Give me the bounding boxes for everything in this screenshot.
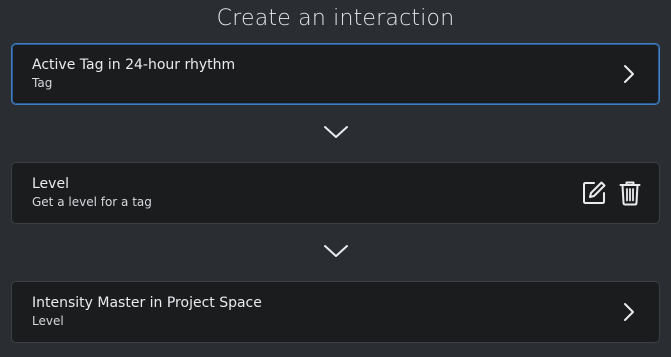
chevron-down-icon [323,124,349,144]
step-card-text: Intensity Master in Project Space Level [32,294,619,330]
step-card-text: Level Get a level for a tag [32,175,581,211]
step-title: Active Tag in 24-hour rhythm [32,57,236,73]
step-title: Intensity Master in Project Space [32,295,262,311]
page-title: Create an interaction [216,6,455,31]
chevron-down-icon [323,243,349,263]
chevron-right-icon[interactable] [619,300,639,324]
step-subtitle: Tag [32,76,53,90]
step-subtitle: Level [32,314,64,328]
step-card-intensity-master[interactable]: Intensity Master in Project Space Level [11,281,660,343]
chevron-right-icon[interactable] [619,62,639,86]
edit-icon[interactable] [581,179,607,207]
trash-icon[interactable] [617,179,643,207]
step-card-text: Active Tag in 24-hour rhythm Tag [32,56,619,92]
step-subtitle: Get a level for a tag [32,195,152,209]
step-connector [11,105,660,162]
step-title: Level [32,176,69,192]
step-card-active-tag[interactable]: Active Tag in 24-hour rhythm Tag [11,43,660,105]
step-actions [581,179,643,207]
interaction-builder: Create an interaction Active Tag in 24-h… [0,0,671,357]
step-card-level[interactable]: Level Get a level for a tag [11,162,660,224]
step-connector [11,224,660,281]
